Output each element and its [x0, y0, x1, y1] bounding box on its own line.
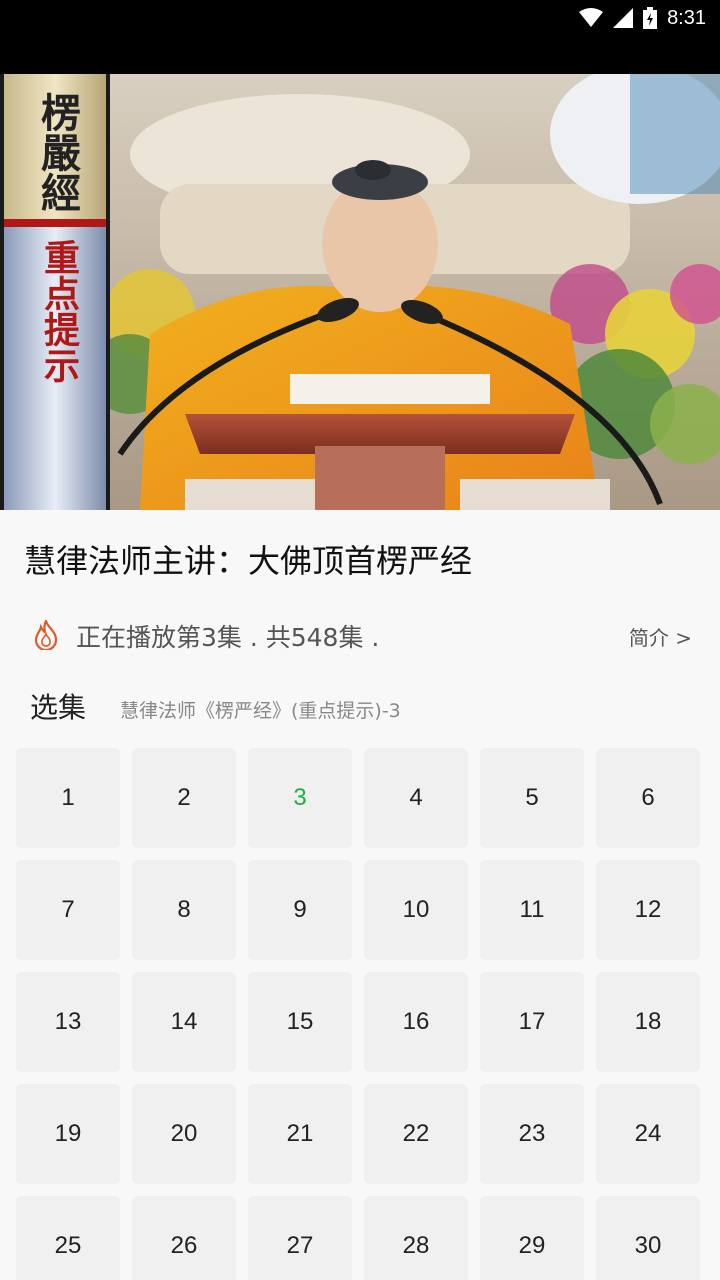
episode-button-15[interactable]: 15 — [248, 972, 352, 1072]
episode-button-5[interactable]: 5 — [480, 748, 584, 848]
episode-button-1[interactable]: 1 — [16, 748, 120, 848]
video-frame[interactable]: 楞嚴經 重点提示 — [0, 74, 720, 510]
episode-button-24[interactable]: 24 — [596, 1084, 700, 1184]
video-detail-panel: 慧律法师主讲：大佛顶首楞严经 正在播放第3集 . 共548集 . 简介 > 选集… — [0, 510, 720, 1280]
episode-button-9[interactable]: 9 — [248, 860, 352, 960]
episode-button-30[interactable]: 30 — [596, 1196, 700, 1280]
episode-button-29[interactable]: 29 — [480, 1196, 584, 1280]
episode-button-3[interactable]: 3 — [248, 748, 352, 848]
episode-button-20[interactable]: 20 — [132, 1084, 236, 1184]
battery-icon — [643, 7, 658, 29]
episode-button-17[interactable]: 17 — [480, 972, 584, 1072]
current-episode-title: 慧律法师《楞严经》(重点提示)-3 — [120, 700, 401, 722]
episode-button-14[interactable]: 14 — [132, 972, 236, 1072]
episode-button-11[interactable]: 11 — [480, 860, 584, 960]
video-still-image — [0, 74, 720, 510]
episode-button-18[interactable]: 18 — [596, 972, 700, 1072]
episode-button-19[interactable]: 19 — [16, 1084, 120, 1184]
episode-button-21[interactable]: 21 — [248, 1084, 352, 1184]
episode-button-6[interactable]: 6 — [596, 748, 700, 848]
episode-button-25[interactable]: 25 — [16, 1196, 120, 1280]
episode-button-8[interactable]: 8 — [132, 860, 236, 960]
episode-select-label: 选集 — [30, 691, 87, 724]
fire-icon — [34, 620, 58, 650]
status-icons: 8:31 — [579, 6, 706, 30]
episode-button-27[interactable]: 27 — [248, 1196, 352, 1280]
episode-button-10[interactable]: 10 — [364, 860, 468, 960]
video-title: 慧律法师主讲：大佛顶首楞严经 — [24, 542, 473, 580]
episode-select-header: 选集 慧律法师《楞严经》(重点提示)-3 — [30, 686, 690, 726]
cell-signal-icon — [613, 8, 634, 28]
status-time: 8:31 — [667, 6, 706, 29]
play-status-text: 正在播放第3集 . 共548集 . — [76, 623, 380, 652]
video-player[interactable]: 楞嚴經 重点提示 — [0, 36, 720, 510]
intro-link[interactable]: 简介 > — [629, 622, 692, 651]
status-bar: 8:31 — [0, 0, 720, 36]
video-overlay-subtitle: 重点提示 — [38, 239, 79, 383]
episode-button-4[interactable]: 4 — [364, 748, 468, 848]
episode-button-7[interactable]: 7 — [16, 860, 120, 960]
episode-button-23[interactable]: 23 — [480, 1084, 584, 1184]
wifi-icon — [579, 8, 604, 27]
play-status-row: 正在播放第3集 . 共548集 . 简介 > — [32, 618, 692, 654]
episode-button-12[interactable]: 12 — [596, 860, 700, 960]
episode-button-13[interactable]: 13 — [16, 972, 120, 1072]
episode-button-16[interactable]: 16 — [364, 972, 468, 1072]
episode-button-28[interactable]: 28 — [364, 1196, 468, 1280]
episode-button-22[interactable]: 22 — [364, 1084, 468, 1184]
video-overlay-title: 楞嚴經 — [34, 92, 81, 212]
episode-button-2[interactable]: 2 — [132, 748, 236, 848]
episode-button-26[interactable]: 26 — [132, 1196, 236, 1280]
